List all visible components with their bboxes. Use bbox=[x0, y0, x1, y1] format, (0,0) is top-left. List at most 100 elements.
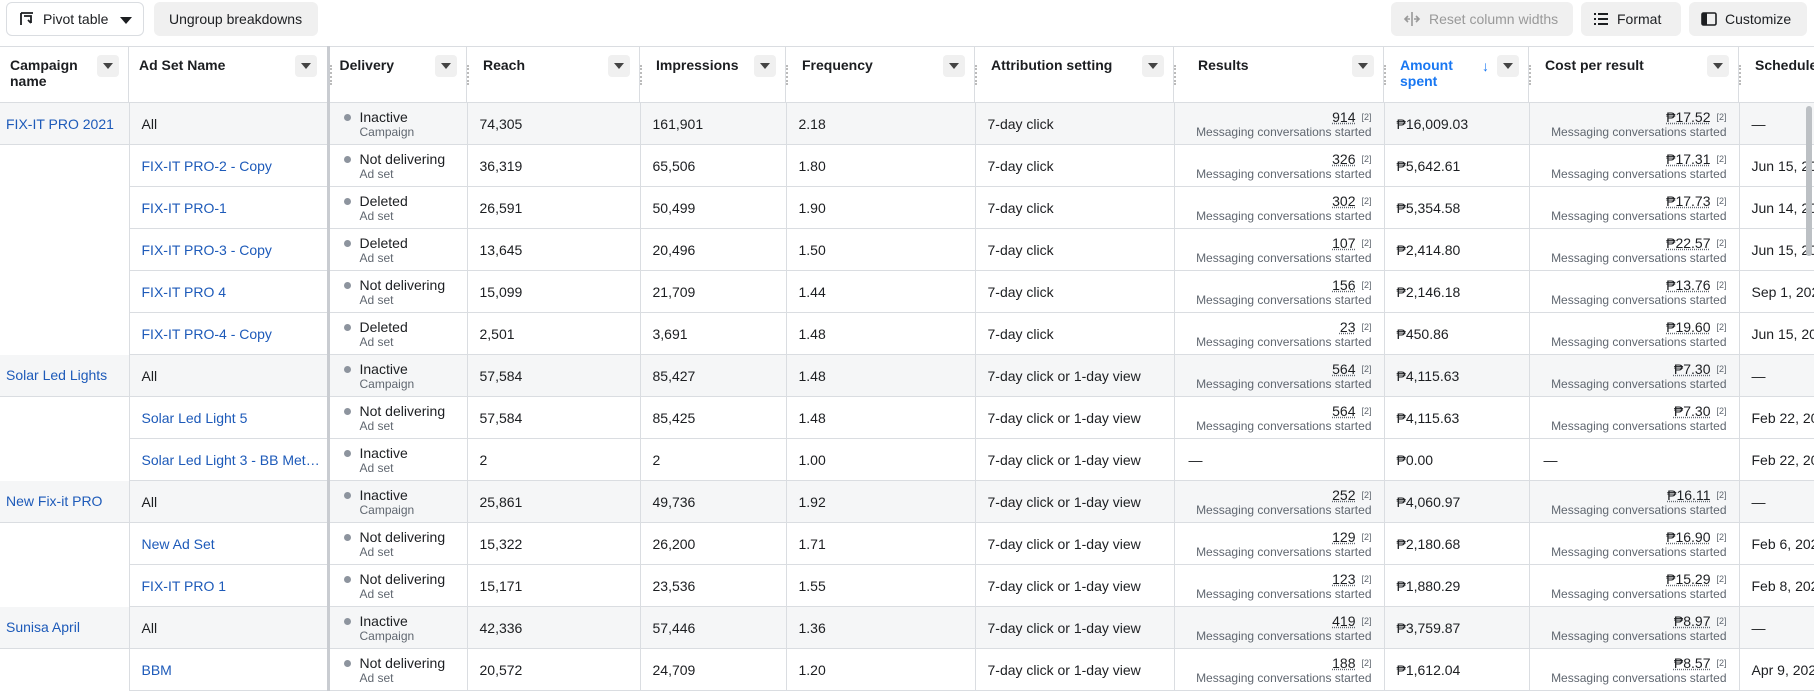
cost-per-result-value[interactable]: ₱7.30 bbox=[1674, 403, 1711, 419]
footnote-marker[interactable]: [2] bbox=[1716, 364, 1726, 374]
cost-per-result-value[interactable]: ₱16.90 bbox=[1666, 529, 1710, 545]
ungroup-breakdowns-button[interactable]: Ungroup breakdowns bbox=[154, 2, 318, 36]
cost-per-result-value[interactable]: ₱8.57 bbox=[1674, 655, 1711, 671]
results-value[interactable]: 564 bbox=[1332, 361, 1355, 377]
adset-name-cell[interactable]: FIX-IT PRO-3 - Copy bbox=[129, 228, 330, 271]
footnote-marker[interactable]: [2] bbox=[1716, 154, 1726, 164]
col-attribution-header[interactable]: Attribution setting bbox=[975, 46, 1174, 103]
vertical-scrollbar[interactable] bbox=[1806, 106, 1812, 256]
footnote-marker[interactable]: [2] bbox=[1361, 616, 1371, 626]
table-row[interactable]: FIX-IT PRO-4 - Copy Deleted Ad set 2,501 3,6… bbox=[0, 312, 1814, 355]
adset-name-cell[interactable]: Solar Led Light 3 - BB Met… bbox=[129, 438, 330, 481]
drag-handle-icon[interactable] bbox=[640, 65, 642, 85]
format-button[interactable]: Format bbox=[1581, 2, 1681, 36]
drag-handle-icon[interactable] bbox=[1174, 65, 1176, 85]
footnote-marker[interactable]: [2] bbox=[1361, 154, 1371, 164]
campaign-name-cell[interactable]: FIX-IT PRO 2021 bbox=[0, 102, 130, 145]
chevron-down-icon[interactable] bbox=[97, 55, 119, 77]
adset-name-link[interactable]: BBM bbox=[142, 662, 172, 678]
col-delivery-header[interactable]: Delivery bbox=[328, 46, 467, 103]
table-row[interactable]: BBM Not delivering Ad set 20,572 24,709 1.20 7… bbox=[0, 648, 1814, 691]
footnote-marker[interactable]: [2] bbox=[1716, 574, 1726, 584]
col-impressions-header[interactable]: Impressions bbox=[640, 46, 786, 103]
table-row[interactable]: FIX-IT PRO-2 - Copy Not delivering Ad set 3… bbox=[0, 144, 1814, 187]
results-value[interactable]: 129 bbox=[1332, 529, 1355, 545]
drag-handle-icon[interactable] bbox=[329, 65, 332, 85]
chevron-down-icon[interactable] bbox=[1142, 55, 1164, 77]
results-value[interactable]: 23 bbox=[1340, 319, 1356, 335]
footnote-marker[interactable]: [2] bbox=[1716, 322, 1726, 332]
adset-name-cell[interactable]: All bbox=[129, 480, 330, 523]
table-row[interactable]: FIX-IT PRO 1 Not delivering Ad set 15,171 23… bbox=[0, 564, 1814, 607]
footnote-marker[interactable]: [2] bbox=[1361, 658, 1371, 668]
adset-name-link[interactable]: FIX-IT PRO-1 bbox=[142, 200, 227, 216]
drag-handle-icon[interactable] bbox=[1384, 65, 1386, 85]
campaign-name-link[interactable]: FIX-IT PRO 2021 bbox=[6, 116, 114, 132]
adset-name-link[interactable]: FIX-IT PRO-4 - Copy bbox=[142, 326, 272, 342]
campaign-name-link[interactable]: New Fix-it PRO bbox=[6, 493, 102, 509]
adset-name-cell[interactable]: FIX-IT PRO 1 bbox=[129, 564, 330, 607]
footnote-marker[interactable]: [2] bbox=[1361, 196, 1371, 206]
footnote-marker[interactable]: [2] bbox=[1361, 112, 1371, 122]
footnote-marker[interactable]: [2] bbox=[1361, 238, 1371, 248]
chevron-down-icon[interactable] bbox=[1497, 55, 1519, 77]
adset-name-link[interactable]: New Ad Set bbox=[142, 536, 215, 552]
footnote-marker[interactable]: [2] bbox=[1716, 616, 1726, 626]
col-reach-header[interactable]: Reach bbox=[467, 46, 640, 103]
results-value[interactable]: 302 bbox=[1332, 193, 1355, 209]
adset-name-cell[interactable]: All bbox=[129, 606, 330, 649]
col-amount-spent-header[interactable]: Amount spent ↓ bbox=[1384, 46, 1529, 103]
campaign-name-link[interactable]: Sunisa April bbox=[6, 619, 80, 635]
cost-per-result-value[interactable]: ₱15.29 bbox=[1666, 571, 1710, 587]
cost-per-result-value[interactable]: ₱16.11 bbox=[1667, 487, 1710, 503]
results-value[interactable]: 107 bbox=[1332, 235, 1355, 251]
chevron-down-icon[interactable] bbox=[608, 55, 630, 77]
campaign-name-cell[interactable]: Solar Led Lights bbox=[0, 354, 130, 397]
chevron-down-icon[interactable] bbox=[754, 55, 776, 77]
adset-name-link[interactable]: Solar Led Light 5 bbox=[142, 410, 248, 426]
footnote-marker[interactable]: [2] bbox=[1361, 280, 1371, 290]
drag-handle-icon[interactable] bbox=[786, 65, 788, 85]
footnote-marker[interactable]: [2] bbox=[1361, 490, 1371, 500]
results-value[interactable]: 156 bbox=[1332, 277, 1355, 293]
table-row[interactable]: FIX-IT PRO 2021 All Inactive Campaign 74,305… bbox=[0, 102, 1814, 145]
campaign-name-cell[interactable]: Sunisa April bbox=[0, 606, 130, 649]
col-cost-per-result-header[interactable]: Cost per result bbox=[1529, 46, 1739, 103]
footnote-marker[interactable]: [2] bbox=[1361, 574, 1371, 584]
results-value[interactable]: 123 bbox=[1332, 571, 1355, 587]
results-value[interactable]: 326 bbox=[1332, 151, 1355, 167]
adset-name-cell[interactable]: All bbox=[129, 102, 330, 145]
cost-per-result-value[interactable]: ₱17.73 bbox=[1666, 193, 1710, 209]
drag-handle-icon[interactable] bbox=[1739, 65, 1741, 85]
chevron-down-icon[interactable] bbox=[1707, 55, 1729, 77]
adset-name-cell[interactable]: FIX-IT PRO-2 - Copy bbox=[129, 144, 330, 187]
reset-column-widths-button[interactable]: Reset column widths bbox=[1391, 2, 1573, 36]
col-results-header[interactable]: Results bbox=[1174, 46, 1384, 103]
cost-per-result-value[interactable]: ₱8.97 bbox=[1674, 613, 1711, 629]
cost-per-result-value[interactable]: ₱17.31 bbox=[1666, 151, 1710, 167]
col-adset-name-header[interactable]: Ad Set Name bbox=[129, 46, 330, 103]
adset-name-cell[interactable]: New Ad Set bbox=[129, 522, 330, 565]
footnote-marker[interactable]: [2] bbox=[1716, 196, 1726, 206]
footnote-marker[interactable]: [2] bbox=[1361, 532, 1371, 542]
footnote-marker[interactable]: [2] bbox=[1716, 490, 1726, 500]
chevron-down-icon[interactable] bbox=[294, 55, 317, 77]
adset-name-link[interactable]: Solar Led Light 3 - BB Met… bbox=[142, 452, 320, 468]
results-value[interactable]: 564 bbox=[1332, 403, 1355, 419]
adset-name-link[interactable]: FIX-IT PRO 1 bbox=[142, 578, 227, 594]
footnote-marker[interactable]: [2] bbox=[1361, 364, 1371, 374]
adset-name-link[interactable]: FIX-IT PRO-3 - Copy bbox=[142, 242, 272, 258]
adset-name-cell[interactable]: All bbox=[129, 354, 330, 397]
chevron-down-icon[interactable] bbox=[435, 55, 457, 77]
drag-handle-icon[interactable] bbox=[1529, 65, 1531, 85]
table-row[interactable]: FIX-IT PRO-1 Deleted Ad set 26,591 50,499 1.9… bbox=[0, 186, 1814, 229]
drag-handle-icon[interactable] bbox=[467, 65, 469, 85]
cost-per-result-value[interactable]: ₱19.60 bbox=[1666, 319, 1710, 335]
table-row[interactable]: Sunisa April All Inactive Campaign 42,336 57,… bbox=[0, 606, 1814, 649]
cost-per-result-value[interactable]: ₱13.76 bbox=[1666, 277, 1710, 293]
campaign-name-cell[interactable]: New Fix-it PRO bbox=[0, 480, 130, 523]
cost-per-result-value[interactable]: ₱22.57 bbox=[1666, 235, 1710, 251]
footnote-marker[interactable]: [2] bbox=[1716, 280, 1726, 290]
table-row[interactable]: Solar Led Light 3 - BB Met… Inactive Ad se… bbox=[0, 438, 1814, 481]
adset-name-link[interactable]: FIX-IT PRO-2 - Copy bbox=[142, 158, 272, 174]
